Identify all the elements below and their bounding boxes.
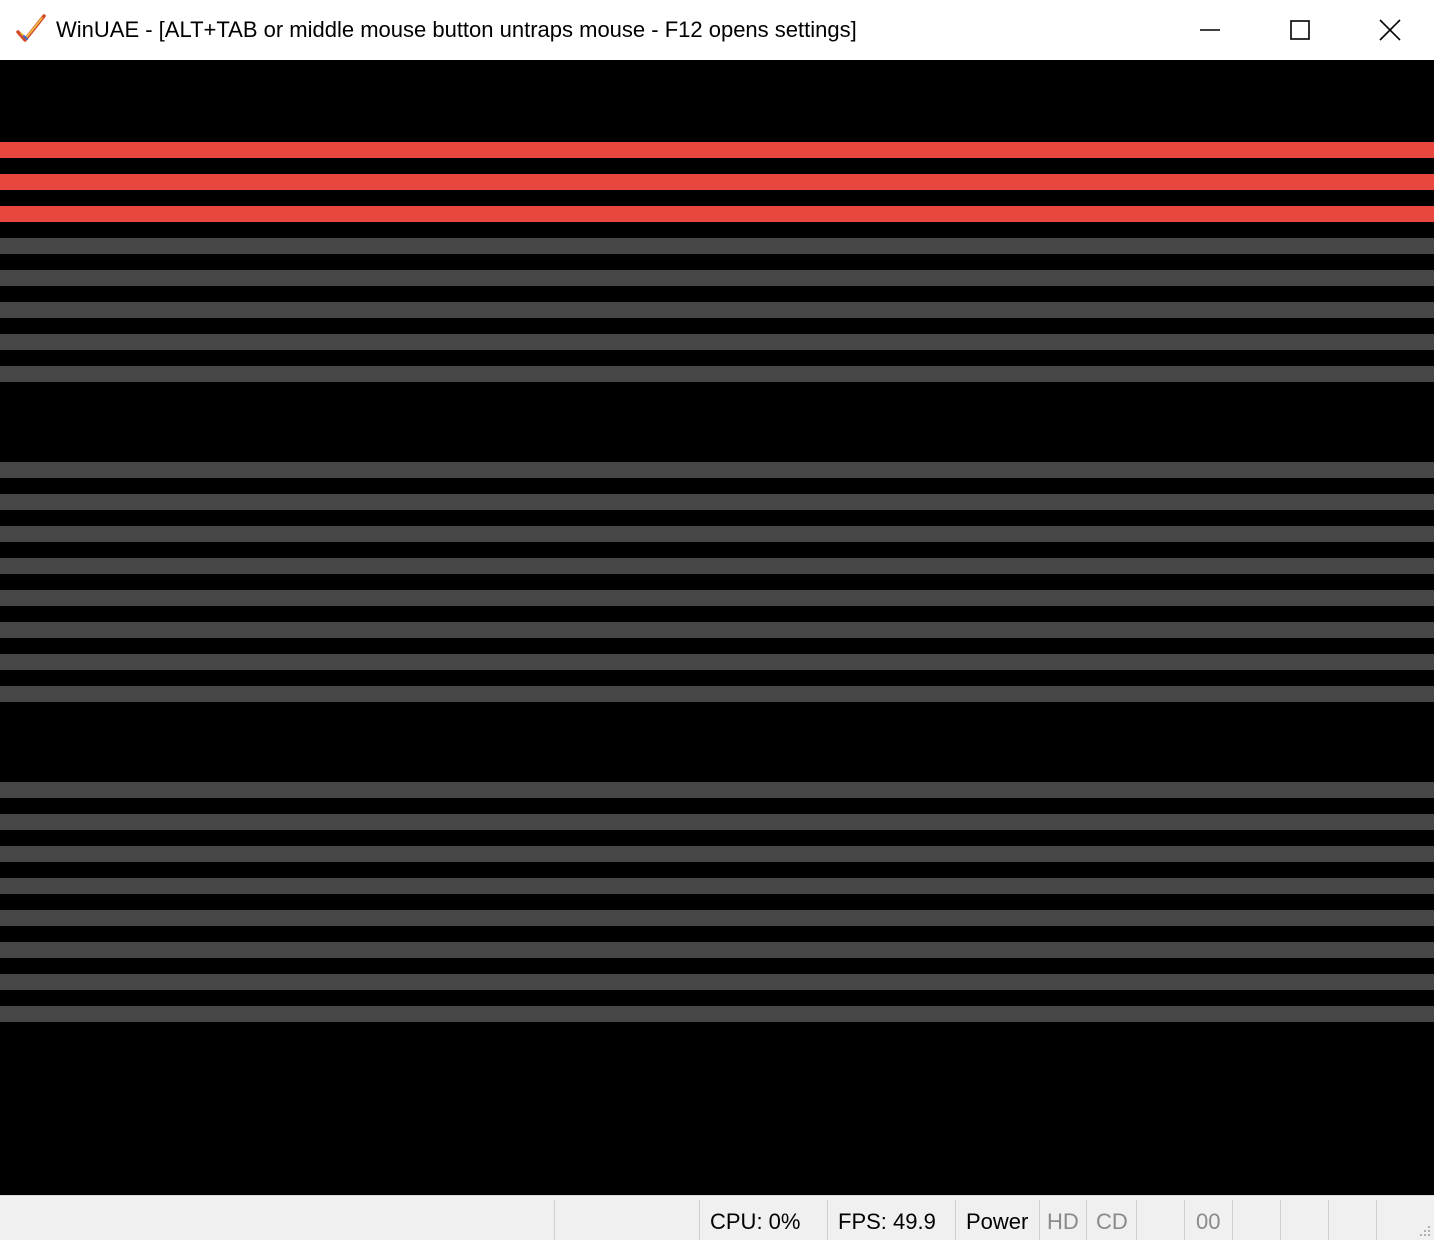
gray-raster-stripe [0,974,1434,990]
red-raster-stripe [0,174,1434,190]
emulator-display[interactable] [0,60,1434,1195]
gray-raster-stripe [0,622,1434,638]
gray-raster-stripe [0,942,1434,958]
title-bar[interactable]: WinUAE - [ALT+TAB or middle mouse button… [0,0,1434,60]
drive-led [1280,1200,1328,1240]
gray-raster-stripe [0,302,1434,318]
minimize-button[interactable] [1165,0,1255,60]
maximize-icon [1290,20,1310,40]
gray-raster-stripe [0,238,1434,254]
gray-raster-stripe [0,654,1434,670]
winuae-checkmark-icon [16,14,46,42]
gray-raster-stripe [0,462,1434,478]
status-cell-empty [1136,1200,1184,1240]
gray-raster-stripe [0,782,1434,798]
fps-status: FPS: 49.9 [827,1200,955,1240]
status-cell-empty [554,1200,699,1240]
gray-raster-stripe [0,558,1434,574]
gray-raster-stripe [0,686,1434,702]
gray-raster-stripe [0,846,1434,862]
red-raster-stripe [0,206,1434,222]
power-led: Power [955,1200,1039,1240]
resize-grip-icon[interactable] [1416,1222,1432,1238]
hd-led: HD [1039,1200,1086,1240]
winuae-window: WinUAE - [ALT+TAB or middle mouse button… [0,0,1434,1240]
gray-raster-stripe [0,1006,1434,1022]
gray-raster-stripe [0,910,1434,926]
cpu-status: CPU: 0% [699,1200,827,1240]
drive-led [1232,1200,1280,1240]
gray-raster-stripe [0,366,1434,382]
gray-raster-stripe [0,334,1434,350]
maximize-button[interactable] [1255,0,1345,60]
red-raster-stripe [0,142,1434,158]
gray-raster-stripe [0,270,1434,286]
drive-led [1328,1200,1376,1240]
drive-counter: 00 [1184,1200,1232,1240]
gray-raster-stripe [0,494,1434,510]
close-icon [1379,19,1401,41]
gray-raster-stripe [0,526,1434,542]
close-button[interactable] [1346,0,1434,60]
status-bar: CPU: 0% FPS: 49.9 Power HD CD 00 [0,1195,1434,1240]
gray-raster-stripe [0,814,1434,830]
gray-raster-stripe [0,878,1434,894]
minimize-icon [1200,29,1220,31]
window-title: WinUAE - [ALT+TAB or middle mouse button… [56,17,857,42]
cd-led: CD [1086,1200,1136,1240]
gray-raster-stripe [0,590,1434,606]
